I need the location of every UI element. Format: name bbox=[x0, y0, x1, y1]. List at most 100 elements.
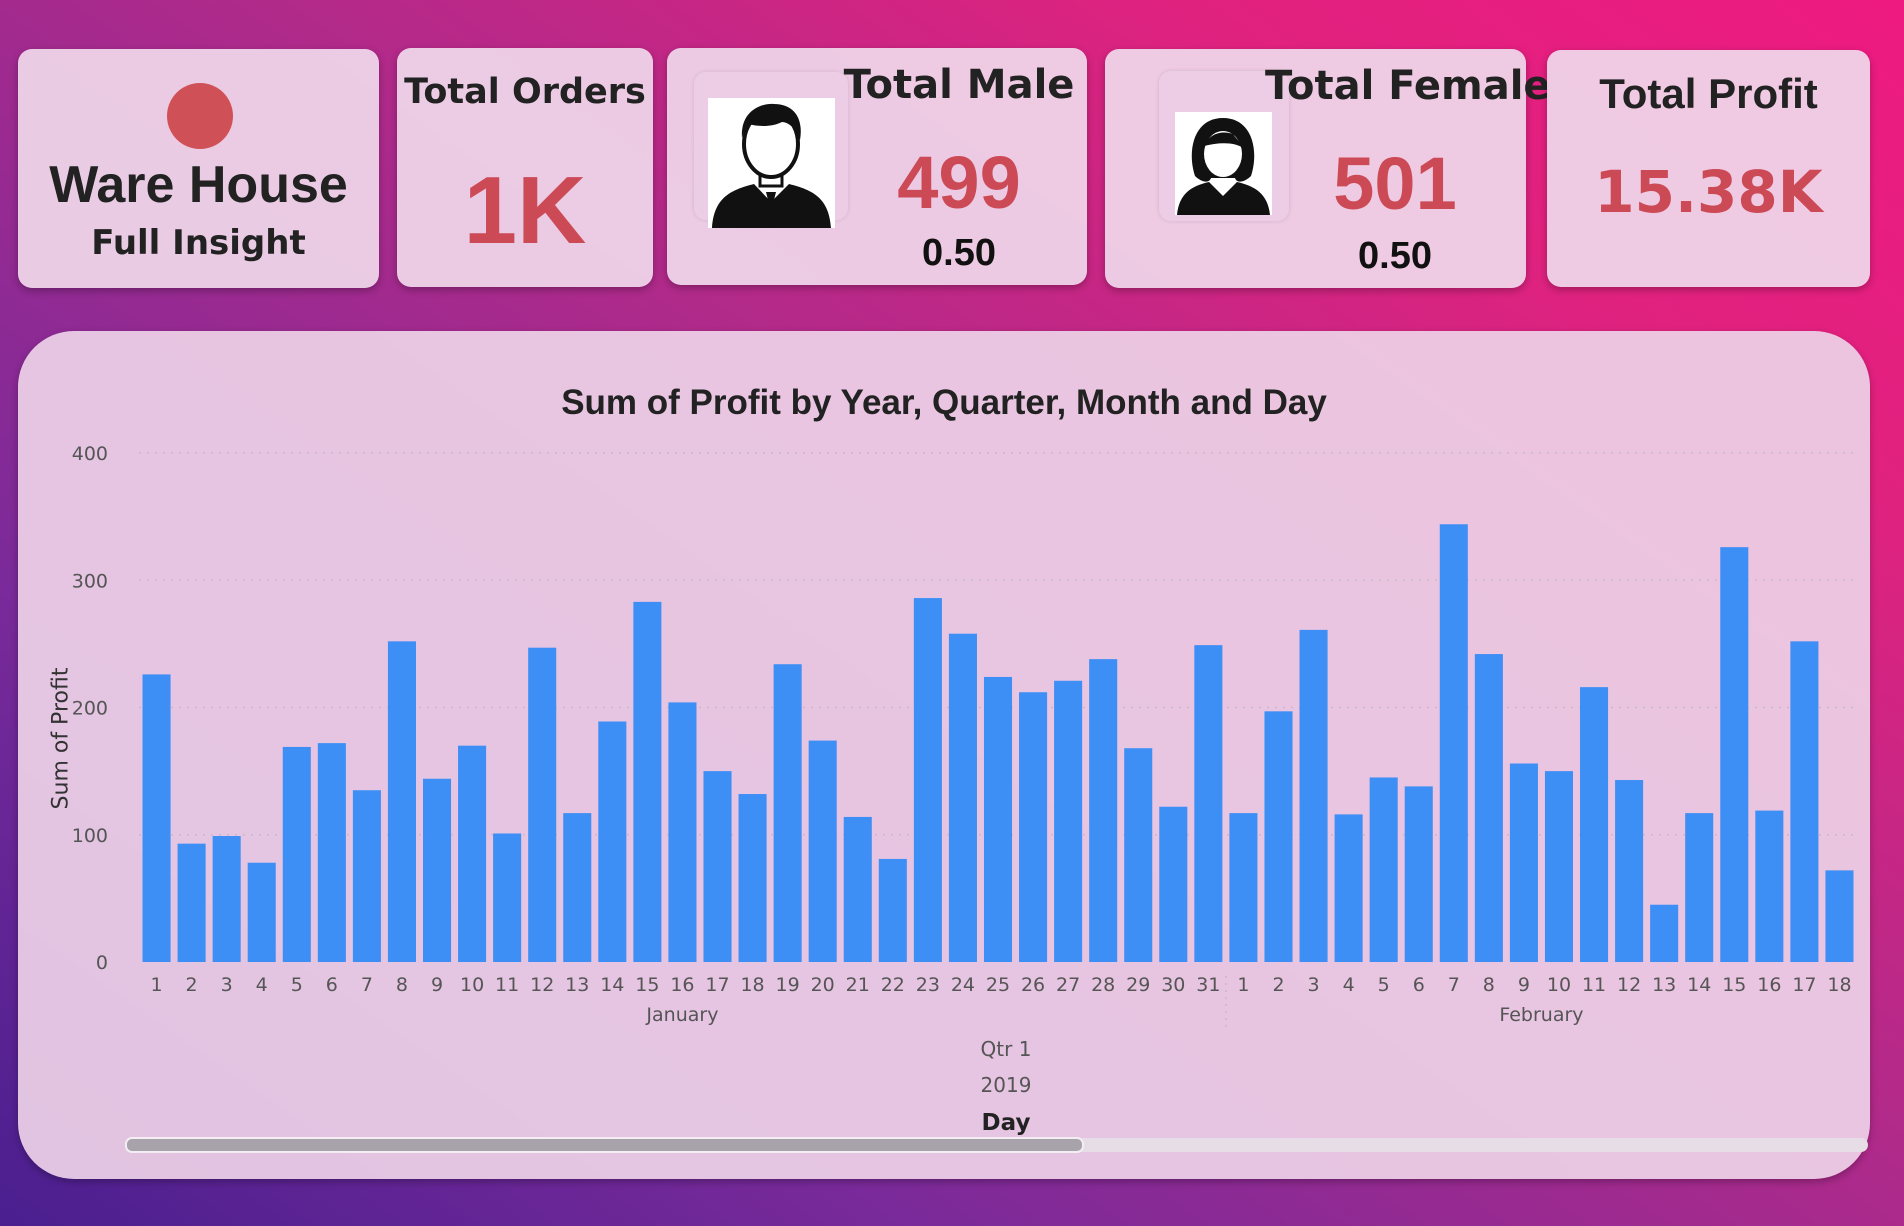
x-tick-label: 17 bbox=[705, 974, 729, 996]
x-tick-label: 2 bbox=[186, 974, 198, 996]
bar[interactable] bbox=[1229, 813, 1258, 962]
bar[interactable] bbox=[633, 601, 662, 962]
x-tick-label: 25 bbox=[986, 974, 1010, 996]
x-tick-label: 3 bbox=[1308, 974, 1320, 996]
bar[interactable] bbox=[493, 833, 522, 962]
bar[interactable] bbox=[598, 721, 627, 962]
total-orders-card: Total Orders 1K bbox=[397, 48, 653, 287]
bar[interactable] bbox=[1790, 641, 1819, 962]
bar[interactable] bbox=[563, 813, 592, 962]
bar[interactable] bbox=[1334, 814, 1363, 962]
bar[interactable] bbox=[177, 843, 206, 962]
profit-chart-card: 0 100 200 300 400 1 2 3 4 5 6 7 8 9 10 11 12 13 14 15 16 17 18… bbox=[18, 331, 1870, 1179]
bar[interactable] bbox=[1720, 547, 1749, 962]
bar[interactable] bbox=[352, 790, 381, 962]
x-tick-label: 7 bbox=[361, 974, 373, 996]
bar[interactable] bbox=[878, 858, 907, 962]
bar[interactable] bbox=[948, 633, 977, 962]
x-tick-label: 12 bbox=[1617, 974, 1641, 996]
bar[interactable] bbox=[843, 816, 872, 962]
bar[interactable] bbox=[738, 794, 767, 962]
bar[interactable] bbox=[983, 676, 1013, 962]
bar[interactable] bbox=[1194, 645, 1223, 962]
x-tick-label: 6 bbox=[1413, 974, 1425, 996]
bar[interactable] bbox=[317, 743, 346, 962]
warehouse-card: Ware House Full Insight bbox=[18, 49, 379, 288]
total-orders-value: 1K bbox=[463, 157, 587, 264]
x-tick-label: 15 bbox=[635, 974, 659, 996]
x-tick-label: 4 bbox=[256, 974, 268, 996]
x-tick-label: 26 bbox=[1021, 974, 1045, 996]
bar[interactable] bbox=[1019, 692, 1048, 962]
bar[interactable] bbox=[1509, 763, 1538, 962]
x-tick-label: 22 bbox=[881, 974, 905, 996]
x-tick-label: 19 bbox=[776, 974, 800, 996]
bar[interactable] bbox=[913, 598, 942, 962]
bar[interactable] bbox=[212, 836, 241, 962]
x-tick-label: 30 bbox=[1161, 974, 1185, 996]
bar[interactable] bbox=[282, 746, 311, 962]
x-tick-label: 4 bbox=[1343, 974, 1355, 996]
bar[interactable] bbox=[458, 745, 487, 962]
bar[interactable] bbox=[1299, 629, 1328, 962]
x-tick-label: 15 bbox=[1722, 974, 1746, 996]
bar[interactable] bbox=[1650, 904, 1679, 962]
bar[interactable] bbox=[1544, 771, 1574, 962]
bar[interactable] bbox=[1124, 748, 1153, 962]
bar[interactable] bbox=[703, 771, 732, 962]
bar[interactable] bbox=[1580, 687, 1609, 962]
y-tick-label: 0 bbox=[96, 952, 108, 974]
bar[interactable] bbox=[1825, 870, 1854, 962]
bar[interactable] bbox=[1089, 659, 1118, 962]
x-tick-label: 27 bbox=[1056, 974, 1080, 996]
x-tick-label: 20 bbox=[811, 974, 835, 996]
x-tick-label: 12 bbox=[530, 974, 554, 996]
bar[interactable] bbox=[1474, 654, 1503, 962]
total-profit-label: Total Profit bbox=[1599, 70, 1818, 117]
x-tick-label: 8 bbox=[396, 974, 408, 996]
x-tick-label: 3 bbox=[221, 974, 233, 996]
female-ratio: 0.50 bbox=[1358, 235, 1432, 277]
bar[interactable] bbox=[1404, 786, 1433, 962]
x-axis-label: Day bbox=[981, 1110, 1031, 1136]
bar[interactable] bbox=[668, 702, 697, 962]
warehouse-subtitle: Full Insight bbox=[91, 223, 306, 263]
chart-scrollbar-thumb[interactable] bbox=[125, 1137, 1084, 1153]
total-female-card: Total Female 501 0.50 bbox=[1105, 49, 1551, 288]
x-tick-label: 10 bbox=[1547, 974, 1571, 996]
x-tick-label: 8 bbox=[1483, 974, 1495, 996]
bar[interactable] bbox=[773, 664, 802, 962]
bar[interactable] bbox=[142, 674, 171, 962]
x-tick-label: 23 bbox=[916, 974, 940, 996]
bar[interactable] bbox=[528, 647, 557, 962]
bar[interactable] bbox=[1685, 813, 1714, 962]
chart-title: Sum of Profit by Year, Quarter, Month an… bbox=[561, 383, 1327, 422]
total-profit-card: Total Profit 15.38K bbox=[1547, 50, 1870, 287]
bar[interactable] bbox=[247, 862, 276, 962]
x-tick-label: 5 bbox=[291, 974, 303, 996]
y-tick-label: 300 bbox=[72, 570, 108, 592]
bar[interactable] bbox=[1159, 806, 1188, 962]
bar[interactable] bbox=[422, 778, 452, 962]
y-tick-label: 400 bbox=[72, 443, 108, 465]
total-profit-value: 15.38K bbox=[1594, 158, 1823, 226]
bar[interactable] bbox=[1615, 780, 1644, 962]
total-male-label: Total Male bbox=[843, 62, 1075, 108]
x-tick-label: 10 bbox=[460, 974, 484, 996]
x-tick-label: 7 bbox=[1448, 974, 1460, 996]
quarter-label: Qtr 1 bbox=[980, 1037, 1032, 1061]
x-tick-label: 16 bbox=[670, 974, 694, 996]
bar[interactable] bbox=[387, 641, 416, 962]
x-tick-label: 13 bbox=[565, 974, 589, 996]
bar[interactable] bbox=[1439, 524, 1468, 962]
bar[interactable] bbox=[1264, 711, 1293, 962]
x-tick-label: 11 bbox=[495, 974, 519, 996]
bar[interactable] bbox=[1054, 680, 1083, 962]
month-label: January bbox=[645, 1004, 718, 1026]
total-male-value: 499 bbox=[897, 141, 1021, 224]
x-tick-label: 29 bbox=[1126, 974, 1150, 996]
warehouse-title: Ware House bbox=[49, 156, 348, 214]
bar[interactable] bbox=[1369, 777, 1398, 962]
bar[interactable] bbox=[1755, 810, 1784, 962]
bar[interactable] bbox=[808, 740, 837, 962]
